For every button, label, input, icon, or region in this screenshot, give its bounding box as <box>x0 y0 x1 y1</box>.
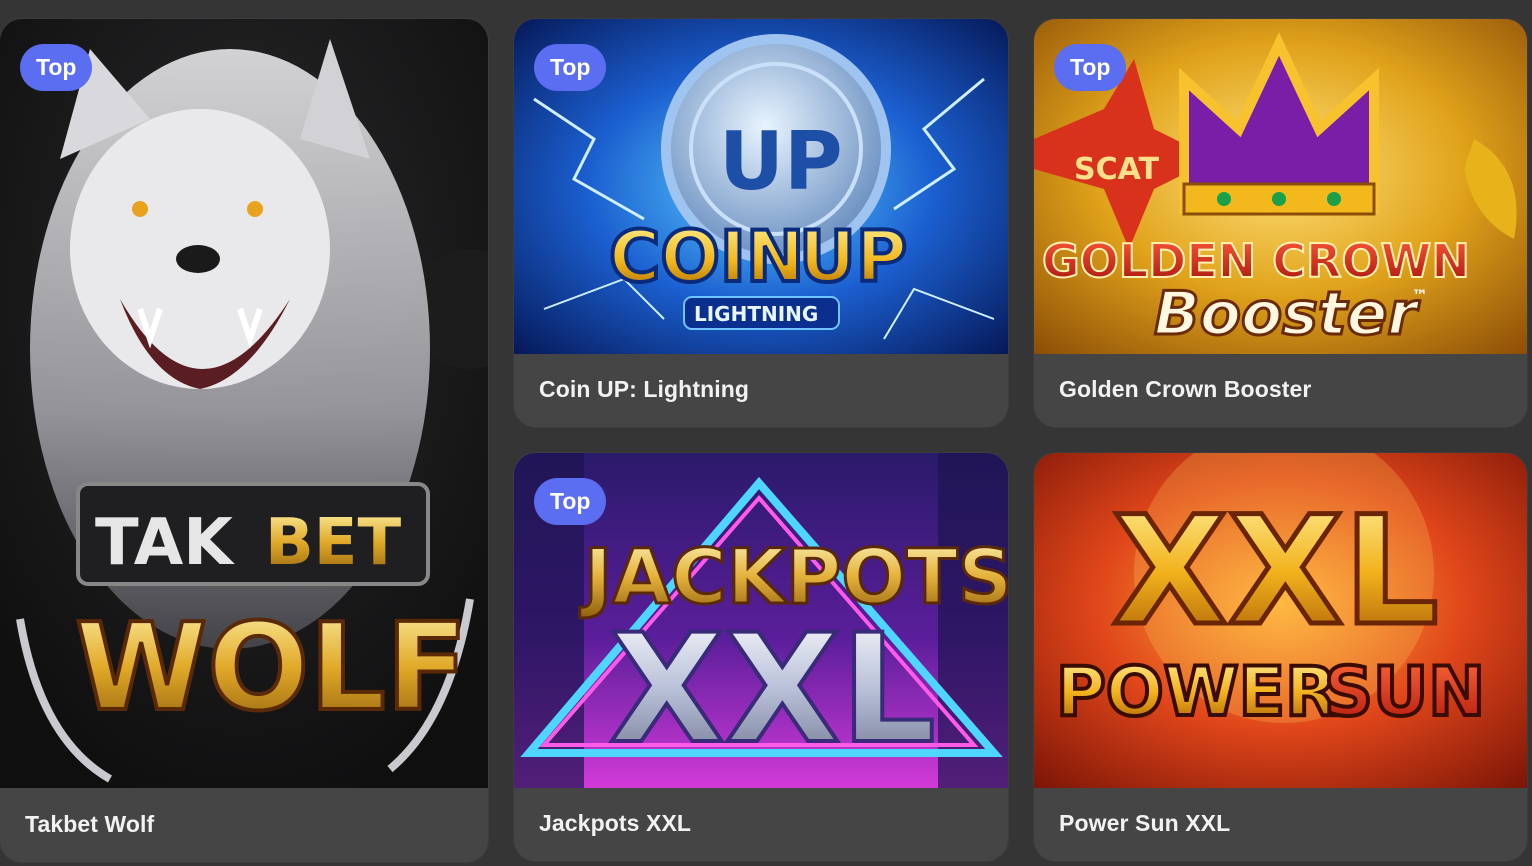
game-title: Jackpots XXL <box>539 810 692 836</box>
coin-up-text: UP <box>719 115 843 208</box>
game-thumbnail: XXL POWER SUN <box>1034 453 1527 788</box>
logo-up: UP <box>799 216 907 298</box>
logo-wolf: WOLF <box>75 599 468 738</box>
logo-bet: BET <box>265 506 402 580</box>
game-title: Takbet Wolf <box>25 811 155 837</box>
logo-tm: ™ <box>1412 286 1428 305</box>
game-card-power-sun-xxl[interactable]: XXL POWER SUN Power Sun XXL <box>1034 453 1527 861</box>
logo-coin: COIN <box>609 216 805 298</box>
logo-xxl: XXL <box>609 603 936 777</box>
top-badge: Top <box>20 44 93 91</box>
logo-power: POWER <box>1056 653 1337 732</box>
logo-booster: Booster <box>1154 279 1420 349</box>
game-card-takbet-wolf[interactable]: TAK BET WOLF Top Takbet Wolf <box>0 19 488 862</box>
game-title: Golden Crown Booster <box>1059 376 1312 402</box>
game-card-jackpots-xxl[interactable]: JACKPOTS XXL Top Jackpots XXL <box>514 453 1008 861</box>
scat-label: SCAT <box>1074 152 1160 187</box>
game-card-coin-up-lightning[interactable]: UP COIN UP LIGHTNING Top Coin UP: Lightn… <box>514 19 1008 427</box>
logo-lightning: LIGHTNING <box>694 302 818 326</box>
top-badge: Top <box>534 478 607 525</box>
game-card-golden-crown-booster[interactable]: SCAT GOLDEN CROWN Booster ™ Top Golden C… <box>1034 19 1527 427</box>
top-badge: Top <box>534 44 607 91</box>
logo-tak: TAK <box>95 506 235 580</box>
logo-sun: SUN <box>1324 653 1485 732</box>
top-badge: Top <box>1054 44 1127 91</box>
game-title: Coin UP: Lightning <box>539 376 750 402</box>
logo-xxl: XXL <box>1112 485 1439 659</box>
game-title: Power Sun XXL <box>1059 810 1231 836</box>
game-thumbnail: TAK BET WOLF <box>0 19 488 788</box>
